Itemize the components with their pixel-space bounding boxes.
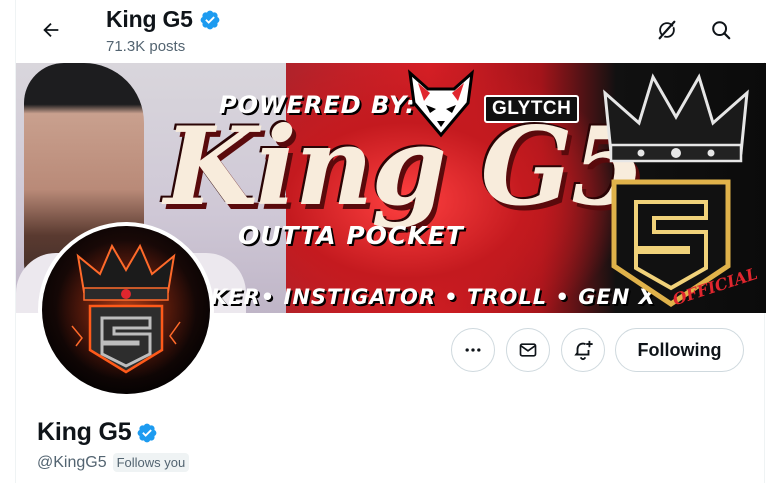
grok-button[interactable] <box>649 12 685 48</box>
avatar-crown-shield-icon <box>56 240 196 380</box>
crown-icon <box>603 73 749 163</box>
search-icon <box>712 21 731 40</box>
profile-name: King G5 <box>37 418 132 446</box>
follows-you-badge: Follows you <box>112 453 190 472</box>
bell-plus-icon <box>574 340 593 361</box>
verified-badge-icon[interactable] <box>136 422 158 444</box>
profile-handle-row: @KingG5 Follows you <box>37 453 190 472</box>
avatar-image <box>42 226 210 394</box>
verified-badge-icon <box>200 10 220 29</box>
back-button[interactable] <box>34 13 68 47</box>
arrow-left-icon <box>43 22 59 38</box>
search-button[interactable] <box>703 12 739 48</box>
post-count: 71.3K posts <box>106 38 186 55</box>
profile-handle: @KingG5 <box>37 453 107 471</box>
profile-page: King G5 71.3K posts POWERED BY: GLYTCH K… <box>15 0 766 483</box>
following-button[interactable]: Following <box>615 328 744 372</box>
profile-avatar[interactable] <box>38 222 214 398</box>
more-button[interactable] <box>451 328 495 372</box>
grok-icon <box>658 20 676 40</box>
profile-name-row: King G5 <box>37 418 158 447</box>
profile-header-bar: King G5 71.3K posts <box>16 0 766 62</box>
more-icon <box>465 348 481 352</box>
message-button[interactable] <box>506 328 550 372</box>
header-name: King G5 <box>106 6 193 32</box>
notify-button[interactable] <box>561 328 605 372</box>
banner-title: King G5 <box>164 104 646 230</box>
banner-subtitle: OUTTA POCKET <box>238 221 464 250</box>
envelope-icon <box>519 343 537 357</box>
header-title: King G5 <box>106 6 221 33</box>
banner-tagline: KER• INSTIGATOR • TROLL • GEN X <box>211 285 656 309</box>
